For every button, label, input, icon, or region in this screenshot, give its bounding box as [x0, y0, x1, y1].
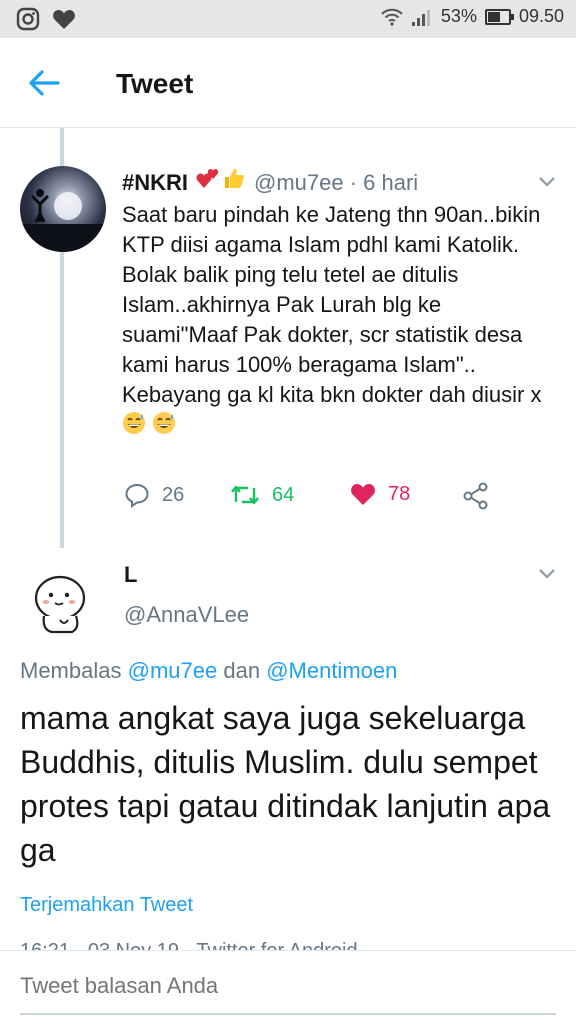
author-name[interactable]: #NKRI: [122, 170, 188, 196]
replying-to: Membalas @mu7ee dan @Mentimoen: [20, 658, 397, 684]
handle-and-time[interactable]: @mu7ee · 6 hari: [254, 170, 418, 196]
avatar[interactable]: [20, 558, 106, 644]
sweat-smile-emoji-icon: [123, 412, 145, 434]
signal-icon: [411, 9, 430, 26]
heart-icon: [53, 10, 75, 29]
sweat-smile-emoji-icon: [153, 412, 176, 434]
retweet-action[interactable]: 64: [230, 482, 294, 508]
like-count: 78: [388, 482, 411, 505]
share-icon: [463, 482, 488, 510]
replying-prefix: Membalas: [20, 658, 122, 683]
author-handle[interactable]: @AnnaVLee: [124, 602, 249, 628]
translate-tweet-link[interactable]: Terjemahkan Tweet: [20, 894, 193, 917]
tweet-text: mama angkat saya juga sekeluarga Buddhis…: [20, 700, 551, 868]
thumbs-up-emoji-icon: [225, 168, 245, 188]
instagram-icon: [16, 7, 40, 31]
battery-percent: 53%: [440, 6, 477, 26]
tweet-actions: 26 64 78: [122, 482, 522, 518]
tweet-text: Saat baru pindah ke Jateng thn 90an..bik…: [122, 200, 562, 440]
like-action[interactable]: 78: [350, 482, 410, 506]
status-bar: 53% 09.50: [0, 0, 576, 38]
retweet-count: 64: [272, 483, 295, 506]
chevron-down-icon[interactable]: [538, 568, 556, 580]
wifi-icon: [381, 8, 403, 26]
clock: 09.50: [518, 6, 564, 26]
author-name[interactable]: L: [124, 562, 137, 588]
tweet-timestamp: 16:21 · 03 Nov 19 · Twitter for Android: [20, 940, 358, 950]
reply-action[interactable]: 26: [124, 482, 184, 508]
reply-count: 26: [162, 483, 185, 506]
heart-filled-icon: [351, 484, 375, 505]
reply-input[interactable]: [20, 973, 540, 999]
avatar[interactable]: [20, 166, 106, 252]
input-underline: [20, 1013, 556, 1015]
back-arrow-icon[interactable]: [26, 66, 62, 100]
mention-link[interactable]: @Mentimoen: [266, 658, 397, 683]
reply-icon: [125, 483, 149, 508]
app-header: Tweet: [0, 38, 576, 128]
share-action[interactable]: [462, 482, 490, 510]
replying-conjunction: dan: [223, 658, 261, 683]
tweet: #NKRI @mu7ee · 6 hari Saat baru pindah k…: [122, 166, 552, 440]
mention-link[interactable]: @mu7ee: [128, 658, 218, 683]
battery-icon: [484, 8, 514, 25]
tweet-body-text: Saat baru pindah ke Jateng thn 90an..bik…: [122, 202, 542, 407]
reply-compose-bar: [0, 950, 576, 1024]
page-title: Tweet: [116, 68, 194, 99]
retweet-icon: [231, 485, 259, 505]
two-hearts-emoji-icon: [196, 169, 219, 188]
